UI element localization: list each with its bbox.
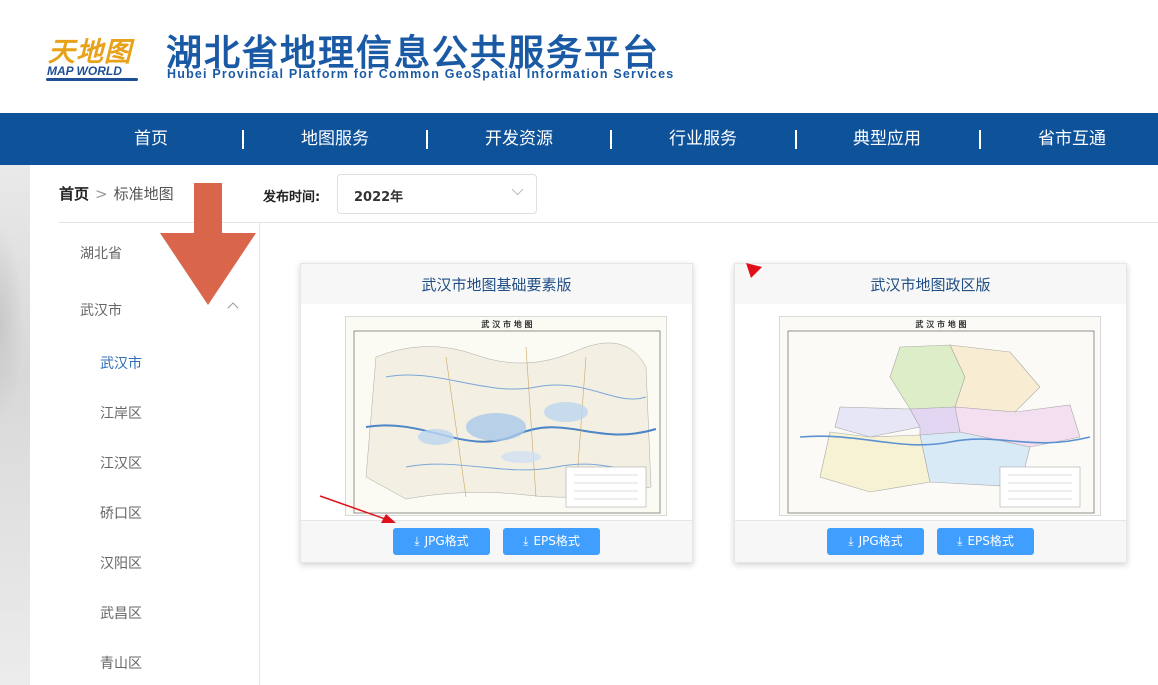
decorative-side-background xyxy=(0,165,30,685)
vertical-divider xyxy=(259,222,260,685)
nav-item-province-city[interactable]: 省市互通 xyxy=(997,113,1147,165)
logo-en-text: MAP WORLD xyxy=(47,64,122,78)
breadcrumb-separator: > xyxy=(95,185,108,203)
tianditu-logo[interactable]: 天地图 MAP WORLD xyxy=(46,30,138,82)
map-card-footer: ⤓ JPG格式 ⤓ EPS格式 xyxy=(301,520,692,562)
download-icon: ⤓ xyxy=(957,534,963,548)
annotation-down-arrow-icon xyxy=(160,183,256,305)
annotation-red-triangle-icon xyxy=(746,263,762,278)
tree-item-district[interactable]: 武昌区 xyxy=(100,603,142,623)
nav-item-industry-services[interactable]: 行业服务 xyxy=(628,113,778,165)
tree-item-district[interactable]: 江岸区 xyxy=(100,403,142,423)
nav-separator xyxy=(979,130,981,149)
download-jpg-label: JPG格式 xyxy=(858,534,903,548)
tree-item-district[interactable]: 硚口区 xyxy=(100,503,142,523)
map-header-text: 武 汉 市 地 图 xyxy=(481,319,532,329)
download-eps-label: EPS格式 xyxy=(967,534,1014,548)
download-eps-label: EPS格式 xyxy=(533,534,580,548)
tree-item-province[interactable]: 湖北省 xyxy=(80,243,122,263)
download-icon: ⤓ xyxy=(523,534,529,548)
download-eps-button[interactable]: ⤓ EPS格式 xyxy=(937,528,1034,555)
site-header: 天地图 MAP WORLD 湖北省地理信息公共服务平台 Hubei Provin… xyxy=(0,0,1158,113)
download-jpg-label: JPG格式 xyxy=(424,534,469,548)
map-header-text: 武 汉 市 地 图 xyxy=(915,319,966,329)
tree-item-district[interactable]: 武汉市 xyxy=(100,353,142,373)
nav-item-map-services[interactable]: 地图服务 xyxy=(260,113,410,165)
annotation-red-arrow-icon xyxy=(319,495,396,523)
nav-separator xyxy=(242,130,244,149)
map-card: 武汉市地图政区版 武 汉 市 地 图 ⤓ JPG格式 ⤓ EPS格式 xyxy=(734,263,1127,563)
tree-item-district[interactable]: 青山区 xyxy=(100,653,142,673)
breadcrumb-home-link[interactable]: 首页 xyxy=(59,185,89,203)
site-subtitle: Hubei Provincial Platform for Common Geo… xyxy=(167,67,675,81)
download-icon: ⤓ xyxy=(414,534,420,548)
nav-item-typical-apps[interactable]: 典型应用 xyxy=(812,113,962,165)
download-jpg-button[interactable]: ⤓ JPG格式 xyxy=(827,528,924,555)
map-card-title: 武汉市地图基础要素版 xyxy=(301,264,692,304)
nav-separator xyxy=(795,130,797,149)
download-eps-button[interactable]: ⤓ EPS格式 xyxy=(503,528,600,555)
map-thumbnail[interactable]: 武 汉 市 地 图 xyxy=(345,316,667,516)
nav-item-dev-resources[interactable]: 开发资源 xyxy=(444,113,594,165)
breadcrumb: 首页 > 标准地图 xyxy=(59,183,174,204)
nav-separator xyxy=(610,130,612,149)
main-nav: 首页 地图服务 开发资源 行业服务 典型应用 省市互通 xyxy=(0,113,1158,165)
tree-item-city[interactable]: 武汉市 xyxy=(80,300,122,320)
download-icon: ⤓ xyxy=(848,534,854,548)
tree-item-district[interactable]: 江汉区 xyxy=(100,453,142,473)
chevron-down-icon xyxy=(511,183,524,196)
map-card-footer: ⤓ JPG格式 ⤓ EPS格式 xyxy=(735,520,1126,562)
map-thumbnail-image: 武 汉 市 地 图 xyxy=(780,317,1100,515)
map-thumbnail[interactable]: 武 汉 市 地 图 xyxy=(779,316,1101,516)
publish-time-label: 发布时间: xyxy=(263,190,321,205)
tree-item-district[interactable]: 汉阳区 xyxy=(100,553,142,573)
year-select[interactable]: 2022年 xyxy=(337,174,537,214)
download-jpg-button[interactable]: ⤓ JPG格式 xyxy=(393,528,490,555)
map-thumbnail-image: 武 汉 市 地 图 xyxy=(346,317,666,515)
logo-swoosh xyxy=(46,78,138,81)
nav-item-home[interactable]: 首页 xyxy=(76,113,226,165)
map-card-title: 武汉市地图政区版 xyxy=(735,264,1126,304)
nav-separator xyxy=(426,130,428,149)
year-select-value: 2022年 xyxy=(354,190,404,205)
